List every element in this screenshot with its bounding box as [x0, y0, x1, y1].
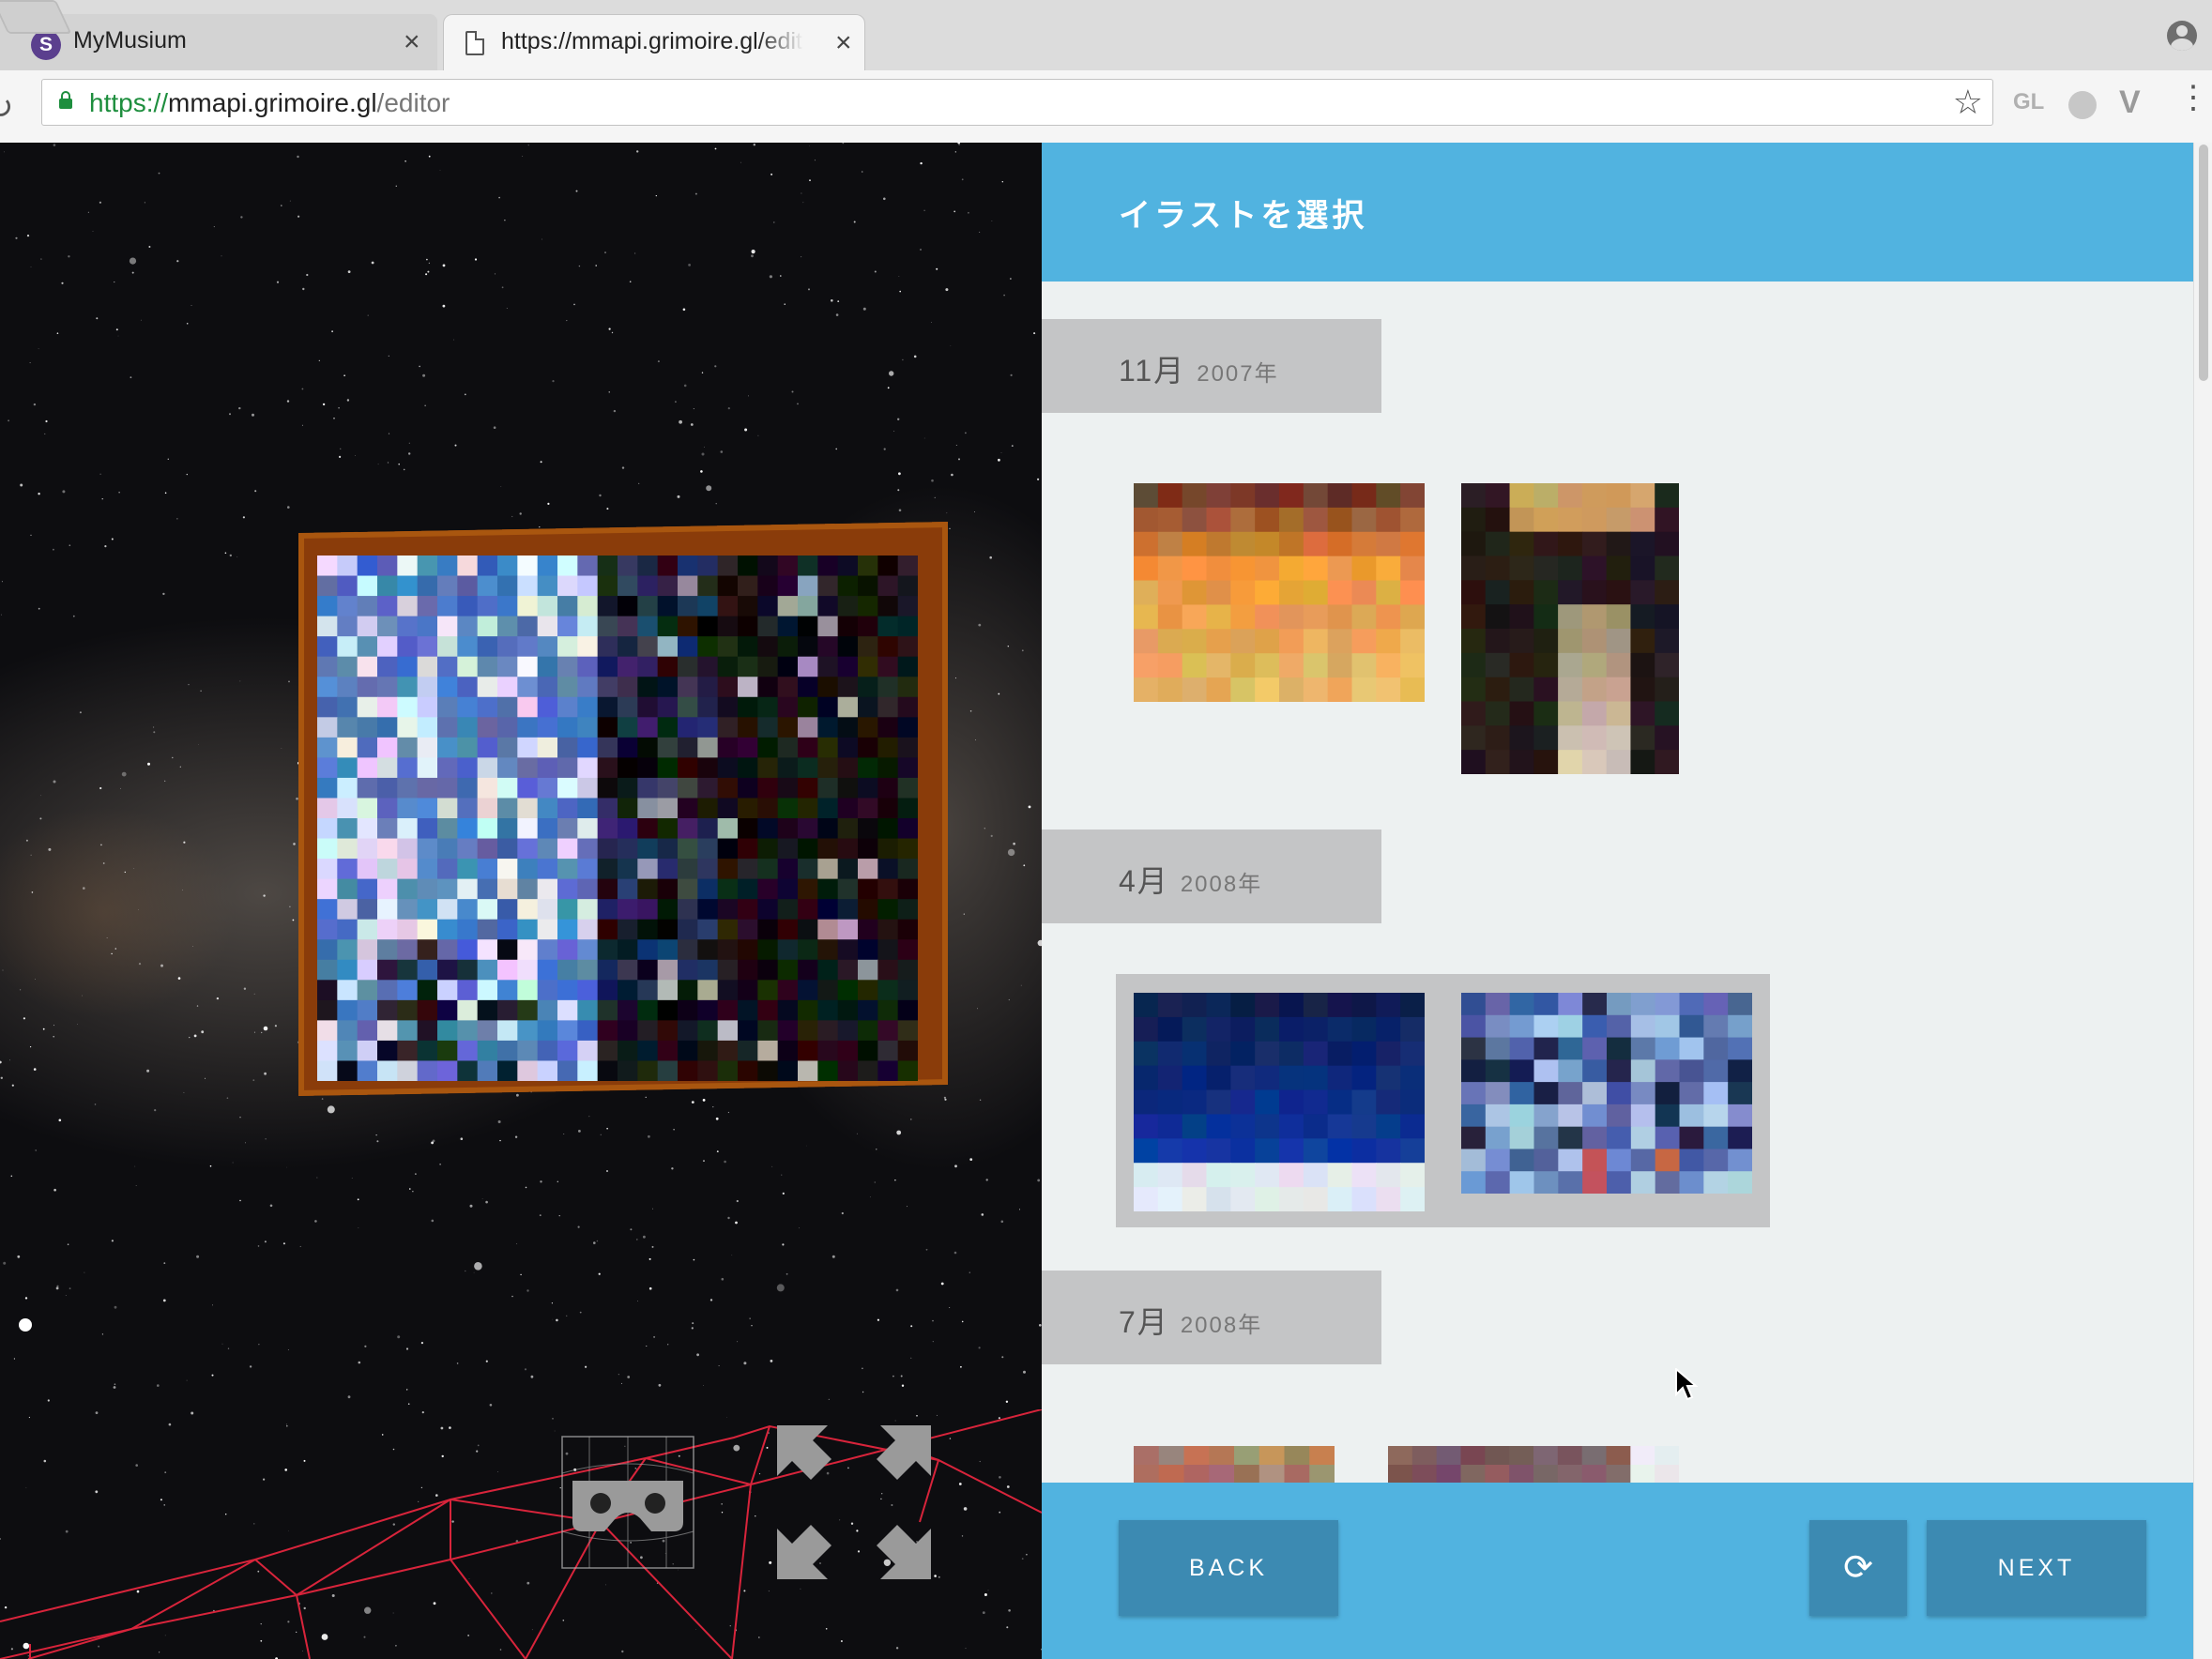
reload-icon[interactable]: ↻: [0, 89, 14, 127]
gl-extension-icon[interactable]: GL: [2013, 89, 2044, 115]
browser-toolbar: ↻ https://mmapi.grimoire.gl/editor ☆ GL …: [0, 70, 2212, 144]
profile-icon[interactable]: [2167, 21, 2197, 51]
year-text: 2008年: [1180, 1313, 1263, 1338]
reload-button[interactable]: ⟳: [1809, 1520, 1907, 1616]
tab-favicon-icon: S: [31, 30, 61, 60]
tab-title: https://mmapi.grimoire.gl/editor: [501, 28, 803, 54]
browser-tab-bar: S MyMusium × https://mmapi.grimoire.gl/e…: [0, 0, 2212, 70]
3d-viewport[interactable]: [0, 143, 1042, 1659]
vue-devtools-icon[interactable]: V: [2119, 84, 2141, 121]
tab-editor[interactable]: https://mmapi.grimoire.gl/editor ×: [443, 14, 865, 70]
bookmark-star-icon[interactable]: ☆: [1953, 83, 1983, 122]
artwork-thumbnail[interactable]: [1388, 1446, 1679, 1484]
reload-icon: ⟳: [1843, 1548, 1873, 1588]
new-tab-button[interactable]: [0, 0, 72, 34]
url-text[interactable]: https://mmapi.grimoire.gl/editor: [89, 88, 450, 118]
month-label: 7月 2008年: [1042, 1271, 1381, 1364]
back-button[interactable]: BACK: [1119, 1520, 1338, 1616]
close-icon[interactable]: ×: [835, 24, 852, 62]
artwork-thumbnail[interactable]: [1134, 993, 1425, 1211]
fullscreen-icon[interactable]: [775, 1423, 933, 1581]
lock-icon: [59, 91, 72, 109]
artwork-thumbnail[interactable]: [1134, 483, 1425, 702]
close-icon[interactable]: ×: [404, 23, 420, 61]
vr-headset-icon[interactable]: [561, 1436, 694, 1569]
month-text: 7月: [1119, 1305, 1169, 1339]
next-button[interactable]: NEXT: [1927, 1520, 2146, 1616]
page-title: イラストを選択: [1119, 198, 1368, 234]
artwork-thumbnail[interactable]: [1461, 483, 1679, 774]
circle-extension-icon[interactable]: [2068, 91, 2097, 119]
artwork-thumbnail[interactable]: [1461, 993, 1752, 1194]
panel-scrollbar[interactable]: [2193, 143, 2212, 1659]
tab-title: MyMusium: [73, 27, 187, 53]
address-bar[interactable]: https://mmapi.grimoire.gl/editor ☆: [41, 79, 1993, 126]
month-label: 11月 2007年: [1042, 319, 1381, 413]
year-text: 2008年: [1180, 872, 1263, 897]
month-text: 4月: [1119, 864, 1169, 898]
panel-header: イラストを選択: [1042, 143, 2193, 282]
mouse-cursor-icon: [1675, 1368, 1698, 1401]
panel-footer: BACK ⟳ NEXT: [1042, 1483, 2193, 1659]
illustration-picker-panel: イラストを選択 11月 2007年 4月 2008年 7月 2008年 BACK ⟳ …: [1042, 143, 2193, 1659]
month-label: 4月 2008年: [1042, 830, 1381, 923]
document-icon: [465, 31, 484, 55]
year-text: 2007年: [1197, 361, 1279, 387]
displayed-artwork[interactable]: [317, 556, 918, 1081]
menu-kebab-icon[interactable]: ⋮: [2177, 82, 2209, 114]
month-text: 11月: [1119, 354, 1186, 388]
artwork-thumbnail[interactable]: [1134, 1446, 1335, 1484]
scrollbar-thumb[interactable]: [2199, 145, 2208, 381]
